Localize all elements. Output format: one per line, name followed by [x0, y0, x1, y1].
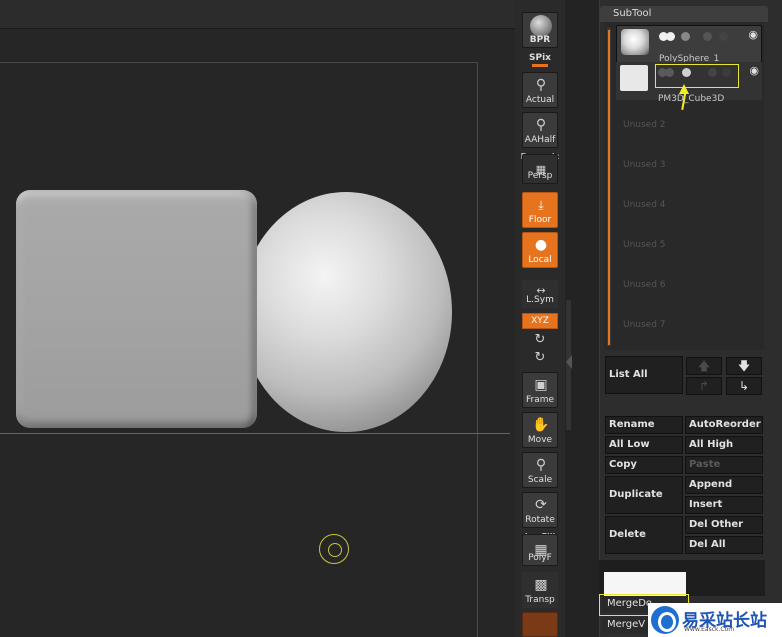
bpr-sphere-icon [530, 15, 552, 37]
ghost-button[interactable] [522, 612, 558, 637]
sphere-mesh[interactable] [240, 192, 452, 432]
local-icon: ● [534, 237, 548, 253]
bpr-button[interactable]: BPR [522, 12, 558, 48]
color-icon[interactable] [681, 32, 690, 41]
subtool-scroll-thumb[interactable] [608, 30, 610, 345]
visibility-eye-icon[interactable]: ◉ [749, 64, 759, 77]
scale-icon: ⚲ [535, 457, 547, 473]
persp-label: Persp [527, 171, 553, 181]
append-button[interactable]: Append [685, 476, 763, 494]
collapse-tray-icon[interactable] [566, 355, 572, 369]
rotate-icon: ⟳ [535, 497, 547, 513]
del-all-button[interactable]: Del All [685, 536, 763, 554]
rotate-z-icon[interactable]: ↻ [532, 350, 548, 366]
floor-label: Floor [528, 215, 552, 225]
move-down-right-button[interactable]: ↳ [726, 377, 762, 395]
auto-reorder-button[interactable]: AutoReorder [685, 416, 763, 434]
subtool-icons [657, 30, 757, 42]
unused-slot: Unused 2 [623, 120, 666, 130]
bpr-label: BPR [529, 35, 551, 45]
frame-button[interactable]: ▣ Frame [522, 372, 558, 408]
floor-button[interactable]: ⤓ Floor [522, 192, 558, 228]
transparency-icon: ▩ [534, 577, 548, 593]
local-button[interactable]: ● Local [522, 232, 558, 268]
overlay-white-patch [604, 572, 686, 596]
move-button[interactable]: ✋ Move [522, 412, 558, 448]
unused-slot: Unused 6 [623, 280, 666, 290]
actual-button[interactable]: ⚲ Actual [522, 72, 558, 108]
rename-button[interactable]: Rename [605, 416, 683, 434]
hand-icon: ✋ [532, 417, 550, 433]
subtool-title[interactable]: SubTool [600, 6, 768, 22]
cube-mesh[interactable] [16, 190, 257, 428]
subtool-name: PM3D_Cube3D [658, 94, 725, 104]
lsym-label: L.Sym [526, 295, 554, 305]
spix-label[interactable]: SPix [515, 53, 565, 63]
move-label: Move [527, 435, 553, 445]
visibility-eye-icon[interactable]: ◉ [748, 28, 758, 41]
right-shelf: BPR SPix ⚲ Actual ⚲ AAHalf Dynamic ▦ Per… [515, 0, 565, 637]
watermark-subtext: Www.Easck.Com [684, 626, 735, 633]
polypaint-icon-2[interactable] [666, 32, 675, 41]
floor-icon: ⤓ [538, 198, 544, 212]
rotate-button[interactable]: ⟳ Rotate [522, 492, 558, 528]
lsym-button[interactable]: ↔ L.Sym [522, 280, 558, 308]
frame-label: Frame [525, 395, 555, 405]
actual-label: Actual [525, 95, 555, 105]
persp-button[interactable]: ▦ Persp [522, 154, 558, 184]
local-label: Local [528, 255, 552, 265]
all-low-button[interactable]: All Low [605, 436, 683, 454]
insert-button[interactable]: Insert [685, 496, 763, 514]
rotate-label: Rotate [525, 515, 555, 525]
scale-button[interactable]: ⚲ Scale [522, 452, 558, 488]
sphere-thumbnail [621, 29, 649, 55]
scale-label: Scale [527, 475, 553, 485]
polyf-label: PolyF [528, 553, 552, 563]
all-high-button[interactable]: All High [685, 436, 763, 454]
duplicate-button[interactable]: Duplicate [605, 476, 683, 514]
watermark-logo-icon [651, 606, 679, 634]
canvas-top-band [0, 0, 515, 29]
spix-slider[interactable] [532, 64, 548, 67]
list-all-button[interactable]: List All [605, 356, 683, 394]
paste-button[interactable]: Paste [685, 456, 763, 474]
brush-cursor [319, 534, 349, 564]
aahalf-label: AAHalf [524, 135, 556, 145]
cube-thumbnail [620, 65, 648, 91]
magnifier-icon: ⚲ [535, 77, 547, 93]
unused-slot: Unused 4 [623, 200, 666, 210]
unused-slot: Unused 5 [623, 240, 666, 250]
unused-slot: Unused 7 [623, 320, 666, 330]
dynamesh-icon[interactable] [719, 32, 728, 41]
unused-slot: Unused 3 [623, 160, 666, 170]
rotate-y-icon[interactable]: ↻ [532, 332, 548, 348]
delete-button[interactable]: Delete [605, 516, 683, 554]
polyf-button[interactable]: ▦ PolyF [522, 534, 558, 566]
del-other-button[interactable]: Del Other [685, 516, 763, 534]
move-down-button[interactable]: 🡇 [726, 357, 762, 375]
document-canvas[interactable] [0, 0, 515, 637]
floor-grid-line [0, 433, 510, 434]
transp-label: Transp [525, 595, 555, 605]
move-up-button[interactable]: 🡅 [686, 357, 722, 375]
annotation-highlight-box [655, 64, 739, 88]
magnifier-half-icon: ⚲ [535, 117, 547, 133]
copy-button[interactable]: Copy [605, 456, 683, 474]
transp-button[interactable]: ▩ Transp [522, 572, 558, 608]
material-icon[interactable] [703, 32, 712, 41]
move-up-right-button[interactable]: ↱ [686, 377, 722, 395]
xyz-button[interactable]: XYZ [522, 313, 558, 329]
frame-icon: ▣ [534, 377, 548, 393]
aahalf-button[interactable]: ⚲ AAHalf [522, 112, 558, 148]
subtool-item-polysphere[interactable]: ◉ PolySphere_1 [616, 25, 762, 64]
